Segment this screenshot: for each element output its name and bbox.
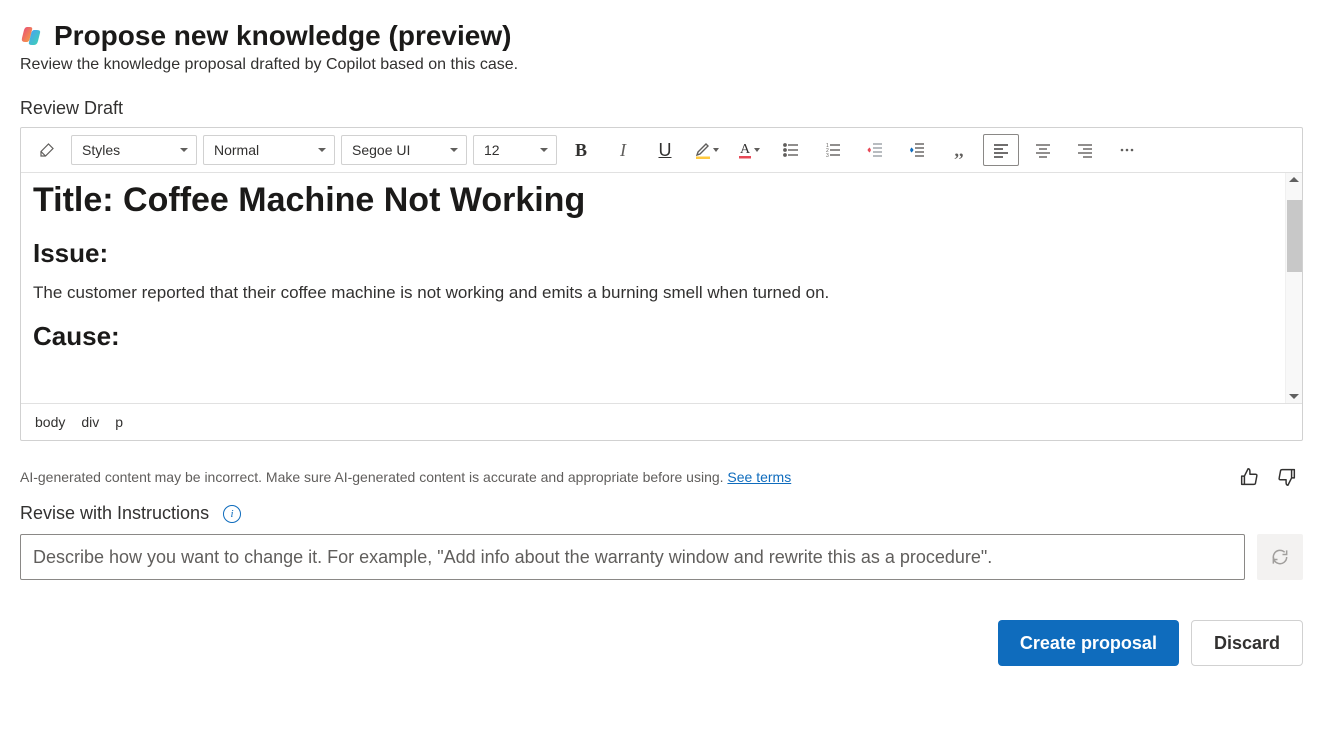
svg-text:A: A xyxy=(740,142,751,157)
scroll-up-icon[interactable] xyxy=(1289,177,1299,182)
numbered-list-button[interactable]: 1 2 3 xyxy=(815,134,851,166)
indent-button[interactable] xyxy=(899,134,935,166)
revise-label: Revise with Instructions xyxy=(20,503,209,524)
revise-header: Revise with Instructions i xyxy=(20,503,1303,524)
align-right-button[interactable] xyxy=(1067,134,1103,166)
format-painter-button[interactable] xyxy=(29,134,65,166)
font-color-icon: A xyxy=(738,141,752,159)
highlight-icon xyxy=(695,141,711,159)
font-family-value: Segoe UI xyxy=(352,142,410,158)
document-title: Title: Coffee Machine Not Working xyxy=(33,181,1273,220)
cause-heading: Cause: xyxy=(33,321,1273,352)
disclaimer-body: AI-generated content may be incorrect. M… xyxy=(20,469,727,485)
align-left-button[interactable] xyxy=(983,134,1019,166)
page-title: Propose new knowledge (preview) xyxy=(54,20,511,52)
italic-button[interactable]: I xyxy=(605,134,641,166)
blockquote-button[interactable]: ,, xyxy=(941,134,977,166)
bullet-list-button[interactable] xyxy=(773,134,809,166)
footer-buttons: Create proposal Discard xyxy=(20,620,1303,666)
font-family-select[interactable]: Segoe UI xyxy=(341,135,467,165)
issue-text: The customer reported that their coffee … xyxy=(33,283,1273,303)
font-size-value: 12 xyxy=(484,142,500,158)
chevron-down-icon xyxy=(754,148,760,152)
svg-text:3: 3 xyxy=(826,153,829,159)
paragraph-format-select[interactable]: Normal xyxy=(203,135,335,165)
styles-select-value: Styles xyxy=(82,142,120,158)
editor-scrollbar[interactable] xyxy=(1285,173,1302,403)
font-size-select[interactable]: 12 xyxy=(473,135,557,165)
info-icon[interactable]: i xyxy=(223,505,241,523)
outdent-button[interactable] xyxy=(857,134,893,166)
discard-button[interactable]: Discard xyxy=(1191,620,1303,666)
revise-instructions-input[interactable] xyxy=(20,534,1245,580)
rich-text-editor: Styles Normal Segoe UI 12 B I U xyxy=(20,127,1303,441)
styles-select[interactable]: Styles xyxy=(71,135,197,165)
editor-content-area[interactable]: Title: Coffee Machine Not Working Issue:… xyxy=(21,173,1285,403)
thumbs-up-button[interactable] xyxy=(1233,461,1265,493)
path-body[interactable]: body xyxy=(35,414,65,430)
chevron-down-icon xyxy=(713,148,719,152)
review-draft-label: Review Draft xyxy=(20,98,1303,119)
disclaimer-text: AI-generated content may be incorrect. M… xyxy=(20,469,1227,485)
issue-heading: Issue: xyxy=(33,238,1273,269)
align-center-button[interactable] xyxy=(1025,134,1061,166)
more-options-button[interactable] xyxy=(1109,134,1145,166)
thumbs-down-button[interactable] xyxy=(1271,461,1303,493)
see-terms-link[interactable]: See terms xyxy=(727,469,791,485)
scroll-down-icon[interactable] xyxy=(1289,394,1299,399)
page-subtitle: Review the knowledge proposal drafted by… xyxy=(20,56,1303,74)
highlight-color-button[interactable] xyxy=(689,134,725,166)
paragraph-format-value: Normal xyxy=(214,142,259,158)
path-p[interactable]: p xyxy=(115,414,123,430)
refresh-button[interactable] xyxy=(1257,534,1303,580)
disclaimer-row: AI-generated content may be incorrect. M… xyxy=(20,461,1303,493)
element-path-bar: body div p xyxy=(21,403,1302,440)
scroll-thumb[interactable] xyxy=(1287,200,1302,272)
underline-button[interactable]: U xyxy=(647,134,683,166)
editor-toolbar: Styles Normal Segoe UI 12 B I U xyxy=(21,128,1302,173)
create-proposal-button[interactable]: Create proposal xyxy=(998,620,1179,666)
font-color-button[interactable]: A xyxy=(731,134,767,166)
page-header: Propose new knowledge (preview) xyxy=(20,20,1303,52)
revise-input-row xyxy=(20,534,1303,580)
bold-button[interactable]: B xyxy=(563,134,599,166)
copilot-icon xyxy=(20,24,44,48)
path-div[interactable]: div xyxy=(81,414,99,430)
